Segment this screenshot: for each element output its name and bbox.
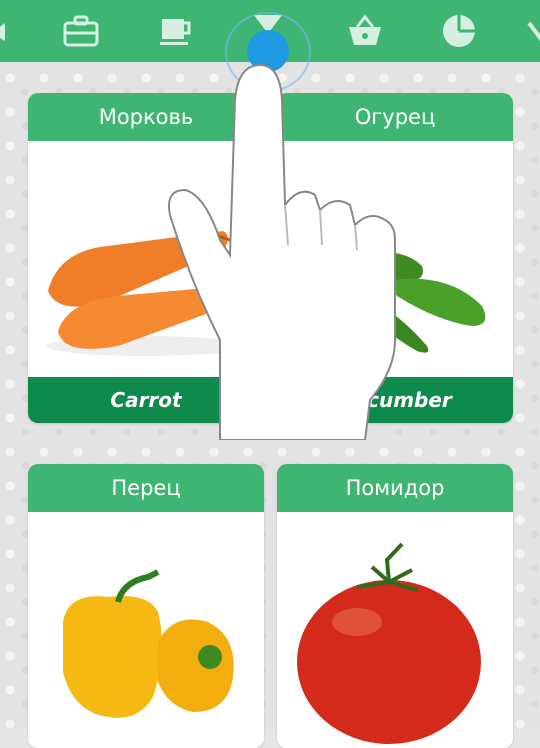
basket-icon[interactable] <box>344 10 386 52</box>
tomato-image <box>277 512 513 748</box>
pie-chart-icon[interactable] <box>438 10 480 52</box>
partial-left-icon[interactable] <box>0 10 28 52</box>
carrot-image <box>28 141 264 377</box>
card-title: Морковь <box>28 93 264 141</box>
card-caption: Cucumber <box>277 377 513 423</box>
card-caption: Carrot <box>28 377 264 423</box>
cucumber-image <box>277 141 513 377</box>
card-title: Перец <box>28 464 264 512</box>
card-pepper[interactable]: Перец <box>28 464 264 748</box>
partial-right-icon[interactable] <box>522 10 540 52</box>
card-title: Огурец <box>277 93 513 141</box>
card-carrot[interactable]: Морковь Carrot <box>28 93 264 423</box>
briefcase-icon[interactable] <box>60 10 102 52</box>
cup-icon[interactable] <box>155 10 197 52</box>
pepper-image <box>28 512 264 748</box>
card-tomato[interactable]: Помидор <box>277 464 513 748</box>
card-title: Помидор <box>277 464 513 512</box>
selection-indicator <box>247 30 289 72</box>
card-cucumber[interactable]: Огурец Cucumber <box>277 93 513 423</box>
